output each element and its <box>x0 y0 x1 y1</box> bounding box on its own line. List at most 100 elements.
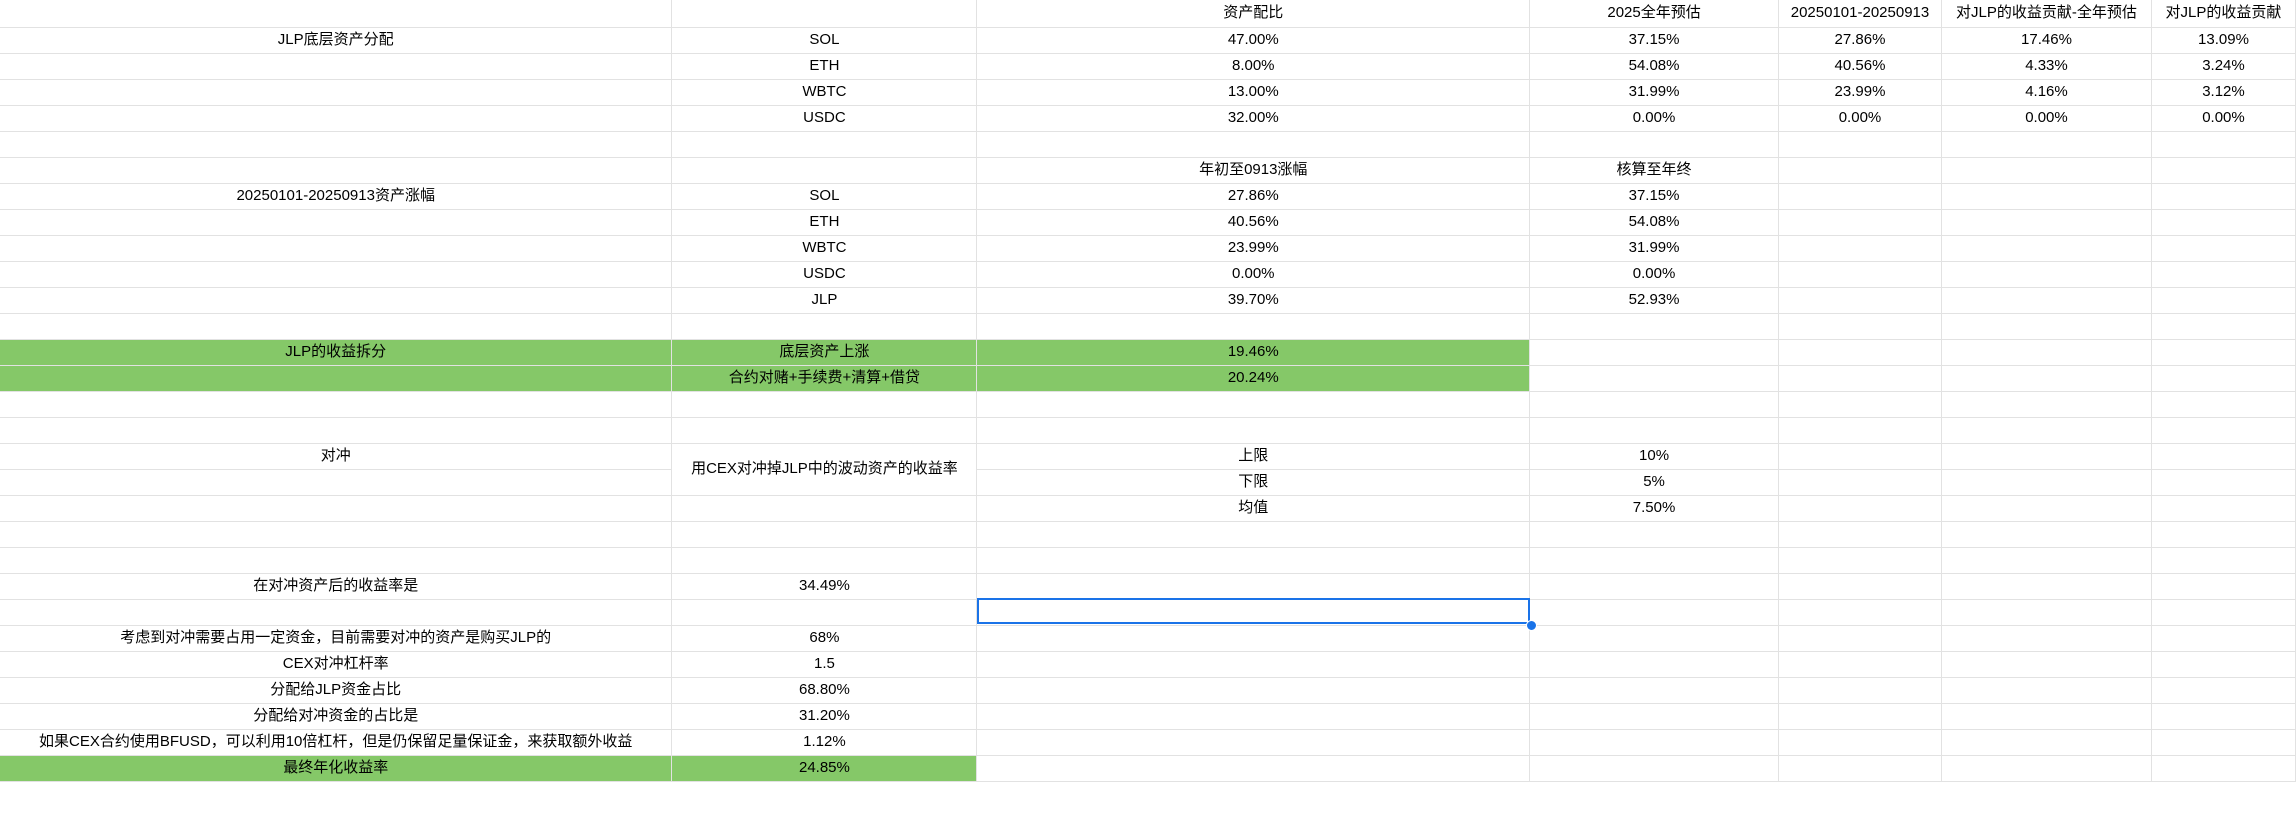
sheet-cell[interactable] <box>1529 573 1779 600</box>
sheet-cell[interactable] <box>0 313 673 340</box>
sheet-cell[interactable] <box>1778 469 1942 496</box>
sheet-cell[interactable]: 13.00% <box>976 79 1531 106</box>
sheet-cell[interactable] <box>1778 183 1942 210</box>
sheet-cell[interactable] <box>671 157 978 184</box>
sheet-cell[interactable] <box>1529 521 1779 548</box>
sheet-cell[interactable] <box>1941 651 2152 678</box>
sheet-cell[interactable] <box>2151 209 2296 236</box>
sheet-cell[interactable]: 24.85% <box>671 755 978 782</box>
sheet-cell[interactable]: 2025全年预估 <box>1529 0 1779 28</box>
sheet-cell[interactable] <box>1529 755 1779 782</box>
sheet-cell[interactable]: 27.86% <box>976 183 1531 210</box>
sheet-cell[interactable]: 52.93% <box>1529 287 1779 314</box>
sheet-cell[interactable]: 31.99% <box>1529 79 1779 106</box>
sheet-cell[interactable] <box>0 157 673 184</box>
sheet-cell[interactable]: 4.33% <box>1941 53 2152 80</box>
sheet-cell[interactable] <box>1529 365 1779 392</box>
sheet-cell[interactable]: 19.46% <box>976 339 1531 366</box>
sheet-cell[interactable] <box>0 287 673 314</box>
sheet-cell[interactable] <box>1778 573 1942 600</box>
sheet-cell[interactable] <box>976 651 1531 678</box>
sheet-cell[interactable]: 1.5 <box>671 651 978 678</box>
sheet-cell[interactable]: WBTC <box>671 79 978 106</box>
sheet-cell[interactable]: 0.00% <box>976 261 1531 288</box>
sheet-cell[interactable]: 最终年化收益率 <box>0 755 673 782</box>
sheet-cell[interactable] <box>1941 573 2152 600</box>
sheet-cell[interactable] <box>976 677 1531 704</box>
sheet-cell[interactable]: 27.86% <box>1778 27 1942 54</box>
sheet-cell[interactable]: SOL <box>671 183 978 210</box>
sheet-cell[interactable] <box>0 469 673 496</box>
sheet-cell[interactable] <box>2151 625 2296 652</box>
sheet-cell[interactable] <box>0 79 673 106</box>
sheet-cell[interactable] <box>1778 287 1942 314</box>
sheet-cell[interactable] <box>0 105 673 132</box>
sheet-cell[interactable]: ETH <box>671 209 978 236</box>
sheet-cell[interactable] <box>0 365 673 392</box>
sheet-cell[interactable]: 3.12% <box>2151 79 2296 106</box>
sheet-cell[interactable] <box>1778 599 1942 626</box>
sheet-cell[interactable] <box>1529 131 1779 158</box>
sheet-cell[interactable] <box>2151 157 2296 184</box>
sheet-cell[interactable]: 31.20% <box>671 703 978 730</box>
sheet-cell[interactable] <box>976 703 1531 730</box>
sheet-cell[interactable]: 核算至年终 <box>1529 157 1779 184</box>
sheet-cell[interactable] <box>1778 755 1942 782</box>
sheet-cell[interactable] <box>976 521 1531 548</box>
sheet-cell[interactable]: 3.24% <box>2151 53 2296 80</box>
sheet-cell[interactable] <box>1941 339 2152 366</box>
sheet-cell[interactable] <box>1778 651 1942 678</box>
sheet-cell[interactable]: SOL <box>671 27 978 54</box>
sheet-cell[interactable] <box>1941 599 2152 626</box>
sheet-cell[interactable] <box>2151 183 2296 210</box>
sheet-cell[interactable] <box>976 391 1531 418</box>
sheet-cell[interactable] <box>1778 235 1942 262</box>
sheet-cell[interactable]: 20250101-20250913 <box>1778 0 1942 28</box>
sheet-cell[interactable] <box>1941 157 2152 184</box>
sheet-cell[interactable] <box>1778 443 1942 470</box>
sheet-cell[interactable]: 分配给JLP资金占比 <box>0 677 673 704</box>
sheet-cell[interactable]: USDC <box>671 261 978 288</box>
sheet-cell[interactable]: ETH <box>671 53 978 80</box>
sheet-cell[interactable] <box>1941 287 2152 314</box>
sheet-cell[interactable] <box>671 547 978 574</box>
sheet-cell[interactable]: 39.70% <box>976 287 1531 314</box>
sheet-cell[interactable] <box>2151 703 2296 730</box>
sheet-cell[interactable]: 40.56% <box>976 209 1531 236</box>
sheet-cell[interactable] <box>2151 131 2296 158</box>
sheet-cell[interactable] <box>1529 391 1779 418</box>
sheet-cell[interactable]: JLP底层资产分配 <box>0 27 673 54</box>
sheet-cell[interactable] <box>2151 339 2296 366</box>
sheet-cell[interactable]: JLP的收益拆分 <box>0 339 673 366</box>
sheet-cell[interactable] <box>1941 391 2152 418</box>
sheet-cell[interactable] <box>2151 313 2296 340</box>
sheet-cell[interactable] <box>1778 209 1942 236</box>
sheet-cell[interactable] <box>976 313 1531 340</box>
sheet-cell[interactable] <box>1778 521 1942 548</box>
sheet-cell[interactable] <box>0 495 673 522</box>
sheet-cell[interactable] <box>2151 365 2296 392</box>
sheet-cell[interactable] <box>976 547 1531 574</box>
sheet-cell[interactable] <box>671 599 978 626</box>
sheet-cell[interactable]: 年初至0913涨幅 <box>976 157 1531 184</box>
sheet-cell[interactable]: 资产配比 <box>976 0 1531 28</box>
sheet-cell[interactable] <box>1778 157 1942 184</box>
sheet-cell[interactable]: USDC <box>671 105 978 132</box>
sheet-cell[interactable]: 54.08% <box>1529 53 1779 80</box>
sheet-cell[interactable] <box>0 209 673 236</box>
sheet-cell[interactable]: 23.99% <box>1778 79 1942 106</box>
sheet-cell[interactable] <box>1778 625 1942 652</box>
sheet-cell[interactable] <box>1529 677 1779 704</box>
sheet-cell[interactable]: 10% <box>1529 443 1779 470</box>
sheet-cell[interactable] <box>2151 677 2296 704</box>
sheet-cell[interactable]: 8.00% <box>976 53 1531 80</box>
sheet-cell[interactable] <box>0 521 673 548</box>
sheet-cell[interactable] <box>1778 339 1942 366</box>
sheet-cell[interactable]: 对冲 <box>0 443 673 470</box>
sheet-cell[interactable]: 下限 <box>976 469 1531 496</box>
sheet-cell[interactable]: 5% <box>1529 469 1779 496</box>
sheet-cell[interactable] <box>1941 521 2152 548</box>
sheet-cell[interactable]: 37.15% <box>1529 183 1779 210</box>
sheet-cell[interactable]: 7.50% <box>1529 495 1779 522</box>
sheet-cell[interactable]: 47.00% <box>976 27 1531 54</box>
